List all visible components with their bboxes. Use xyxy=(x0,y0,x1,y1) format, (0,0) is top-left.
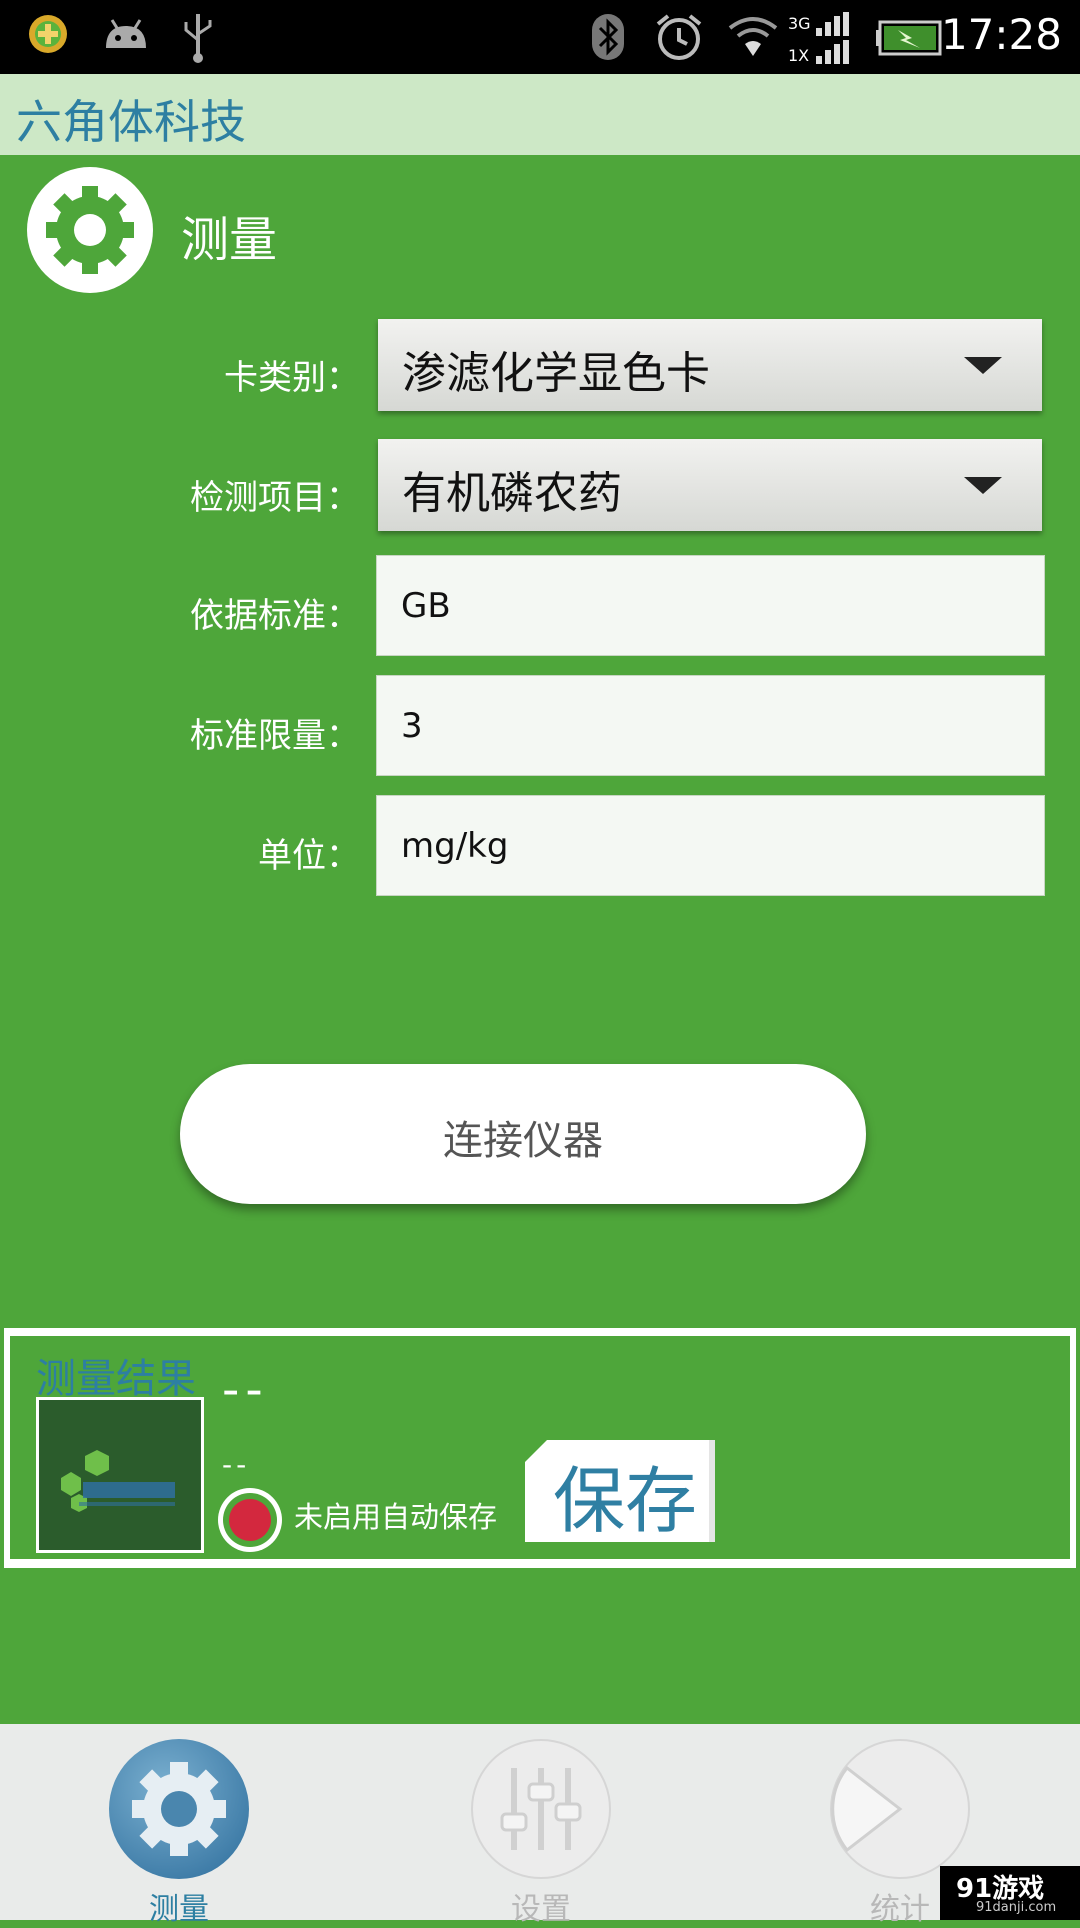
network-3g-label: 3G xyxy=(788,14,811,33)
sliders-icon xyxy=(471,1739,611,1879)
pie-chart-icon xyxy=(830,1739,970,1879)
game-center-icon xyxy=(29,15,67,53)
status-bar: 3G 1X 17:28 xyxy=(0,0,1080,74)
nav-tab-measure-label: 测量 xyxy=(149,1892,209,1927)
section-title: 测量 xyxy=(181,212,278,268)
nav-tab-settings-label: 设置 xyxy=(511,1892,571,1927)
app-title: 六角体科技 xyxy=(16,95,246,149)
alarm-icon xyxy=(656,14,702,60)
nav-tab-measure[interactable] xyxy=(108,1738,250,1880)
company-logo xyxy=(36,1397,204,1553)
card-type-label: 卡类别： xyxy=(224,358,360,398)
gear-icon xyxy=(27,167,153,293)
dropdown-arrow-icon xyxy=(964,357,1002,374)
standard-label: 依据标准： xyxy=(190,596,360,636)
watermark: 91游戏 91danji.com xyxy=(940,1866,1080,1920)
card-type-value: 渗滤化学显色卡 xyxy=(402,348,710,399)
nav-tab-settings[interactable] xyxy=(470,1738,612,1880)
signal-icon xyxy=(816,12,849,64)
clock: 17:28 xyxy=(940,10,1062,59)
limit-field[interactable]: 3 xyxy=(376,675,1045,776)
watermark-url: 91danji.com xyxy=(976,1900,1057,1915)
wifi-icon xyxy=(728,17,778,56)
standard-value: GB xyxy=(401,586,451,626)
card-type-select[interactable]: 渗滤化学显色卡 xyxy=(378,319,1042,411)
connect-instrument-button[interactable]: 连接仪器 xyxy=(180,1064,866,1204)
connect-instrument-label: 连接仪器 xyxy=(443,1118,603,1164)
save-label: 保存 xyxy=(553,1459,698,1543)
android-icon xyxy=(106,19,146,48)
battery-icon xyxy=(876,20,942,56)
autosave-status-indicator xyxy=(229,1499,271,1541)
usb-icon xyxy=(184,14,212,63)
unit-value: mg/kg xyxy=(401,826,509,866)
bottom-nav: 测量 设置 统计 xyxy=(0,1724,1080,1927)
title-bar: 六角体科技 xyxy=(0,74,1080,155)
autosave-toggle[interactable] xyxy=(218,1488,282,1552)
unit-field[interactable]: mg/kg xyxy=(376,795,1045,896)
dropdown-arrow-icon xyxy=(964,477,1002,494)
hexagon-logo-icon xyxy=(61,1450,175,1512)
gear-icon xyxy=(109,1739,249,1879)
network-1x-label: 1X xyxy=(788,46,810,65)
result-sub-value: -- xyxy=(222,1448,251,1481)
unit-label: 单位： xyxy=(258,836,360,876)
limit-value: 3 xyxy=(401,706,423,746)
test-item-label: 检测项目： xyxy=(190,478,360,518)
nav-tab-statistics[interactable] xyxy=(829,1738,971,1880)
limit-label: 标准限量： xyxy=(190,716,360,756)
test-item-value: 有机磷农药 xyxy=(402,468,622,519)
autosave-label: 未启用自动保存 xyxy=(294,1500,498,1534)
bluetooth-icon xyxy=(592,14,624,60)
test-item-select[interactable]: 有机磷农药 xyxy=(378,439,1042,531)
save-button[interactable]: 保存 xyxy=(525,1440,715,1543)
result-value: -- xyxy=(222,1362,269,1418)
standard-field[interactable]: GB xyxy=(376,555,1045,656)
result-title: 测量结果 xyxy=(36,1356,196,1402)
